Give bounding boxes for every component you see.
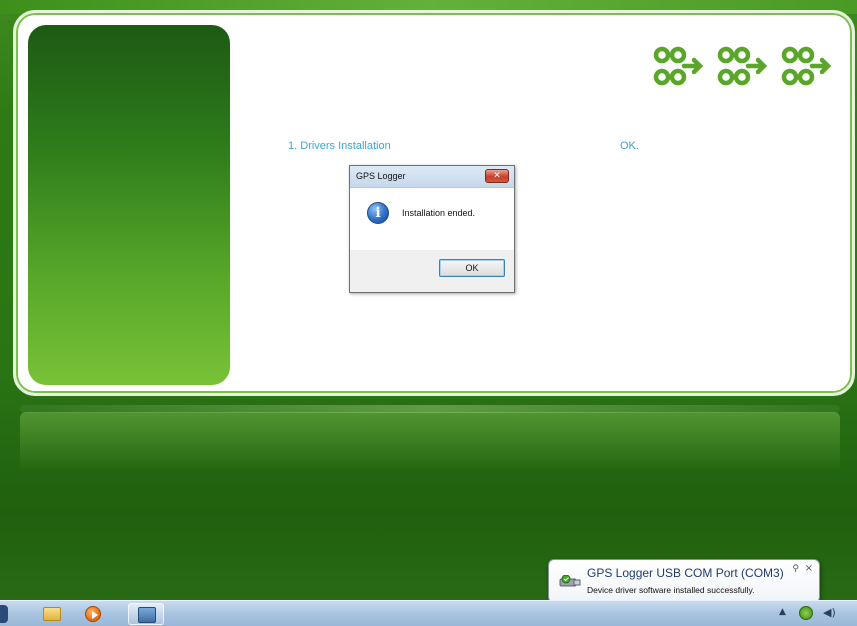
installer-window: 1. Drivers Installation OK. GPS Logger ✕…: [13, 10, 855, 396]
setup-app-icon: [138, 607, 156, 623]
dialog-close-button[interactable]: ✕: [485, 169, 509, 183]
taskbar-explorer-button[interactable]: [34, 603, 70, 625]
notification-subtitle: Device driver software installed success…: [587, 585, 755, 595]
info-icon: i: [367, 202, 389, 224]
start-button-edge[interactable]: [0, 605, 8, 623]
system-tray: ▲ ◀): [771, 604, 851, 624]
desktop-reflection-glow: [20, 412, 840, 472]
taskbar: ▲ ◀): [0, 600, 857, 626]
dialog-title: GPS Logger: [356, 171, 406, 181]
installer-side-panel: [28, 25, 230, 385]
dialog-body: i Installation ended.: [350, 188, 514, 250]
show-hidden-icons-icon[interactable]: ▲: [779, 607, 786, 617]
dialog-message: Installation ended.: [402, 208, 476, 218]
message-dialog: GPS Logger ✕ i Installation ended. OK: [349, 165, 515, 293]
step-drivers-installation-label: 1. Drivers Installation: [288, 140, 391, 152]
notification-close-icon[interactable]: ×: [805, 563, 813, 574]
dialog-titlebar[interactable]: GPS Logger ✕: [350, 166, 514, 188]
taskbar-media-player-button[interactable]: [76, 603, 112, 625]
volume-icon[interactable]: ◀): [823, 606, 836, 619]
taskbar-setup-app-button[interactable]: [128, 603, 164, 625]
driver-installed-notification[interactable]: GPS Logger USB COM Port (COM3) Device dr…: [548, 559, 820, 612]
ok-button[interactable]: OK: [439, 259, 505, 277]
folder-icon: [43, 607, 61, 621]
media-player-icon: [85, 606, 101, 622]
notification-title: GPS Logger USB COM Port (COM3): [587, 566, 784, 580]
notification-pin-icon[interactable]: ⚲: [792, 564, 799, 574]
usb-device-icon: [559, 575, 581, 587]
usb-device-tray-icon[interactable]: [799, 606, 813, 620]
step-drivers-installation-status: OK.: [620, 140, 639, 152]
brand-logo-icon: [653, 46, 832, 86]
